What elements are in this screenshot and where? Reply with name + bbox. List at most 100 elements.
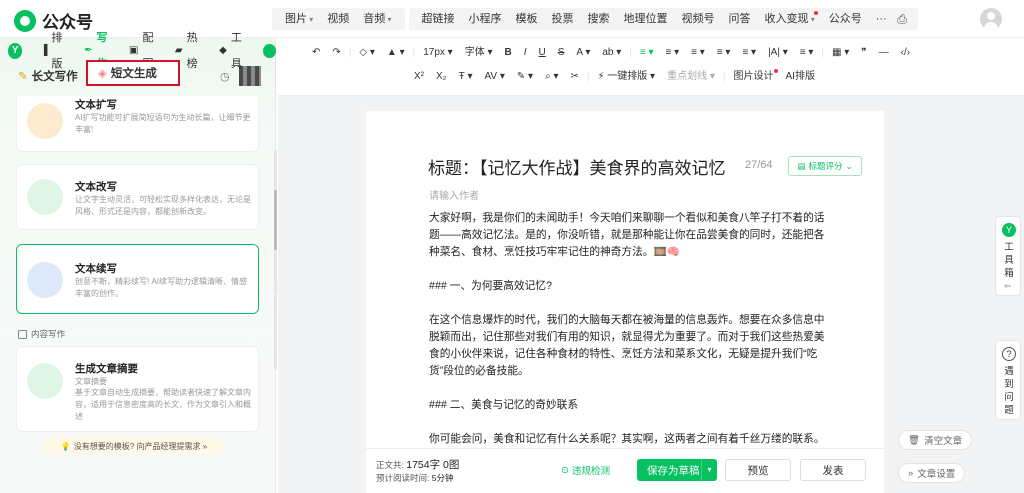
publish-button[interactable]: 发表 xyxy=(800,459,866,481)
toolbox-button[interactable]: Y 工具箱 ⇐ xyxy=(995,216,1021,296)
card-rewrite[interactable]: 文本改写 让文字生动灵活，可轻松实现多样化表达，无论是风格、形式还是内容，都能创… xyxy=(16,164,259,230)
chevron-down-icon[interactable]: ▾ xyxy=(701,459,717,481)
format-painter-icon[interactable]: ◇ ▾ xyxy=(353,42,381,64)
save-draft-label: 保存为草稿 xyxy=(647,464,700,477)
nav-official-account[interactable]: 公众号 xyxy=(822,8,869,30)
page-margin-icon[interactable]: ≡ ▾ xyxy=(794,42,820,64)
card-desc: 创意不断，精彩续写! AI续写助力逻辑清晰、情感丰富的创作。 xyxy=(75,277,248,298)
underline-icon[interactable]: U xyxy=(533,42,552,64)
continue-icon xyxy=(27,262,63,298)
title-score-button[interactable]: ▤ 标题评分 ⌄ xyxy=(788,156,862,176)
align-left-icon[interactable]: ≡ ▾ xyxy=(634,42,660,64)
article-settings-button[interactable]: » 文章设置 xyxy=(898,463,966,483)
eraser-icon: ◈ xyxy=(98,68,107,80)
media-nav-group: 图片 视频 音频 xyxy=(272,8,405,30)
text-color-icon[interactable]: A ▾ xyxy=(570,42,596,64)
card-subtitle: 文章摘要 xyxy=(75,377,107,386)
nav-vote[interactable]: 投票 xyxy=(545,8,581,30)
undo-icon[interactable]: ↶ xyxy=(306,42,326,64)
nav-template[interactable]: 模板 xyxy=(509,8,545,30)
mode-long-article[interactable]: ✎ 长文写作 xyxy=(18,68,78,84)
nav-qa[interactable]: 问答 xyxy=(722,8,758,30)
compliance-check-label: 违规检测 xyxy=(571,466,610,477)
word-count-label: 正文共: xyxy=(376,460,404,470)
pencil-icon: ✎ xyxy=(18,71,28,83)
char-spacing-icon[interactable]: AV ▾ xyxy=(478,66,510,88)
assistant-toggle[interactable] xyxy=(263,44,277,58)
letter-spacing-icon[interactable]: |A| ▾ xyxy=(762,42,794,64)
one-click-layout-button[interactable]: ⚡ 一键排版 ▾ xyxy=(591,66,661,88)
nav-channels[interactable]: 视频号 xyxy=(675,8,722,30)
highlight-icon[interactable]: ab ▾ xyxy=(596,42,627,64)
avatar[interactable] xyxy=(980,8,1002,30)
feature-request-link[interactable]: 💡 没有想要的模板? 向产品经理提需求 » xyxy=(44,437,224,455)
card-expand[interactable]: 文本扩写 AI扩写功能可扩展简短语句为生动长篇，让细节更丰富! xyxy=(16,96,259,152)
superscript-icon[interactable]: X² xyxy=(408,66,430,88)
subscript-icon[interactable]: X₂ xyxy=(430,66,453,88)
toolbar-row-1: ↶ ↷ | ◇ ▾ ▲ ▾ | 17px ▾ 字体 ▾ B I U S A ▾ … xyxy=(306,42,916,64)
score-icon: ▤ xyxy=(797,160,806,171)
key-underline-button[interactable]: 重点划线 ▾ xyxy=(661,66,721,88)
nav-hyperlink[interactable]: 超链接 xyxy=(415,8,462,30)
card-summary[interactable]: 生成文章摘要 文章摘要 基于文章自动生成摘要，帮助读者快速了解文章内容，适用于信… xyxy=(16,346,259,432)
nav-search[interactable]: 搜索 xyxy=(581,8,617,30)
chevron-down-icon: ⌄ xyxy=(845,160,853,171)
clear-article-button[interactable]: 🗑 清空文章 xyxy=(898,430,973,450)
card-desc: AI扩写功能可扩展简短语句为生动长篇，让细节更丰富! xyxy=(75,113,251,134)
italic-icon[interactable]: I xyxy=(518,42,533,64)
scrollbar-thumb[interactable] xyxy=(274,190,277,250)
redo-icon[interactable]: ↷ xyxy=(326,42,346,64)
find-replace-icon[interactable]: ⌕ ▾ xyxy=(539,66,564,88)
nav-video[interactable]: 视频 xyxy=(320,8,356,30)
font-size-select[interactable]: 17px ▾ xyxy=(417,42,458,64)
scrollbar-track[interactable] xyxy=(274,150,277,370)
clear-format-icon[interactable]: ▲ ▾ xyxy=(381,42,411,64)
paragraph-spacing-icon[interactable]: ≡ ▾ xyxy=(736,42,762,64)
divider: | xyxy=(586,71,590,82)
preview-button[interactable]: 预览 xyxy=(725,459,791,481)
toolbox-icon: Y xyxy=(1002,223,1016,237)
card-title: 文本改写 xyxy=(75,181,117,193)
nav-image[interactable]: 图片 xyxy=(278,8,320,31)
help-button[interactable]: ? 遇到问题 xyxy=(995,340,1021,420)
card-title: 文本续写 xyxy=(75,263,117,275)
save-draft-button[interactable]: 保存为草稿 ▾ xyxy=(637,459,717,481)
font-family-select[interactable]: 字体 ▾ xyxy=(459,42,499,64)
trash-icon: 🗑 xyxy=(908,434,921,446)
toolbox-label: 工具箱 xyxy=(1004,242,1014,279)
cut-icon[interactable]: ✂ xyxy=(564,66,584,88)
help-label: 遇到问题 xyxy=(1004,366,1014,416)
article-body[interactable]: 大家好啊，我是你们的未闻助手！今天咱们来聊聊一个看似和美食八竿子打不着的话题——… xyxy=(429,210,829,482)
mode-short-article[interactable]: ◈ 短文生成 xyxy=(86,60,180,86)
ordered-list-icon[interactable]: ≡ ▾ xyxy=(685,42,711,64)
code-icon[interactable]: ‹/› xyxy=(895,42,916,64)
divider-line-icon[interactable]: — xyxy=(873,42,895,64)
format-toolbar: ↶ ↷ | ◇ ▾ ▲ ▾ | 17px ▾ 字体 ▾ B I U S A ▾ … xyxy=(278,38,1024,96)
nav-location[interactable]: 地理位置 xyxy=(617,8,675,30)
compliance-check-button[interactable]: ⊙ 违规检测 xyxy=(561,463,610,478)
phone-preview-icon[interactable]: ⎙ xyxy=(886,8,918,30)
quote-icon[interactable]: ❞ xyxy=(855,42,872,64)
word-count-value: 1754字 0图 xyxy=(406,459,460,471)
author-input[interactable]: 请输入作者 xyxy=(429,187,479,202)
article-title-input[interactable]: 标题：【记忆大作战】美食界的高效记忆 xyxy=(428,154,726,179)
line-height-icon[interactable]: ≡ ▾ xyxy=(711,42,737,64)
card-desc: 让文字生动灵活，可轻松实现多样化表达，无论是风格、形式还是内容，都能创新改变。 xyxy=(75,195,251,216)
card-title: 文本扩写 xyxy=(75,99,117,111)
image-design-button[interactable]: 图片设计 xyxy=(728,66,780,88)
table-icon[interactable]: ▦ ▾ xyxy=(826,42,855,64)
nav-audio[interactable]: 音频 xyxy=(356,8,398,31)
history-icon[interactable]: ◷ xyxy=(220,70,230,83)
bold-icon[interactable]: B xyxy=(499,42,518,64)
ai-layout-button[interactable]: AI排版 xyxy=(780,66,821,88)
nav-miniprogram[interactable]: 小程序 xyxy=(462,8,509,30)
clear-article-label: 清空文章 xyxy=(924,436,963,447)
nav-monetize[interactable]: 收入变现 xyxy=(758,8,822,31)
lightbulb-icon: 💡 xyxy=(60,441,71,451)
brush-icon[interactable]: ✎ ▾ xyxy=(511,66,539,88)
text-effect-icon[interactable]: Ŧ ▾ xyxy=(453,66,479,88)
indent-icon[interactable]: ≡ ▾ xyxy=(660,42,686,64)
article-stats: 正文共: 1754字 0图 预计阅读时间: 5分钟 xyxy=(376,459,459,485)
card-continue[interactable]: 文本续写 创意不断，精彩续写! AI续写助力逻辑清晰、情感丰富的创作。 xyxy=(16,244,259,314)
strikethrough-icon[interactable]: S xyxy=(552,42,571,64)
